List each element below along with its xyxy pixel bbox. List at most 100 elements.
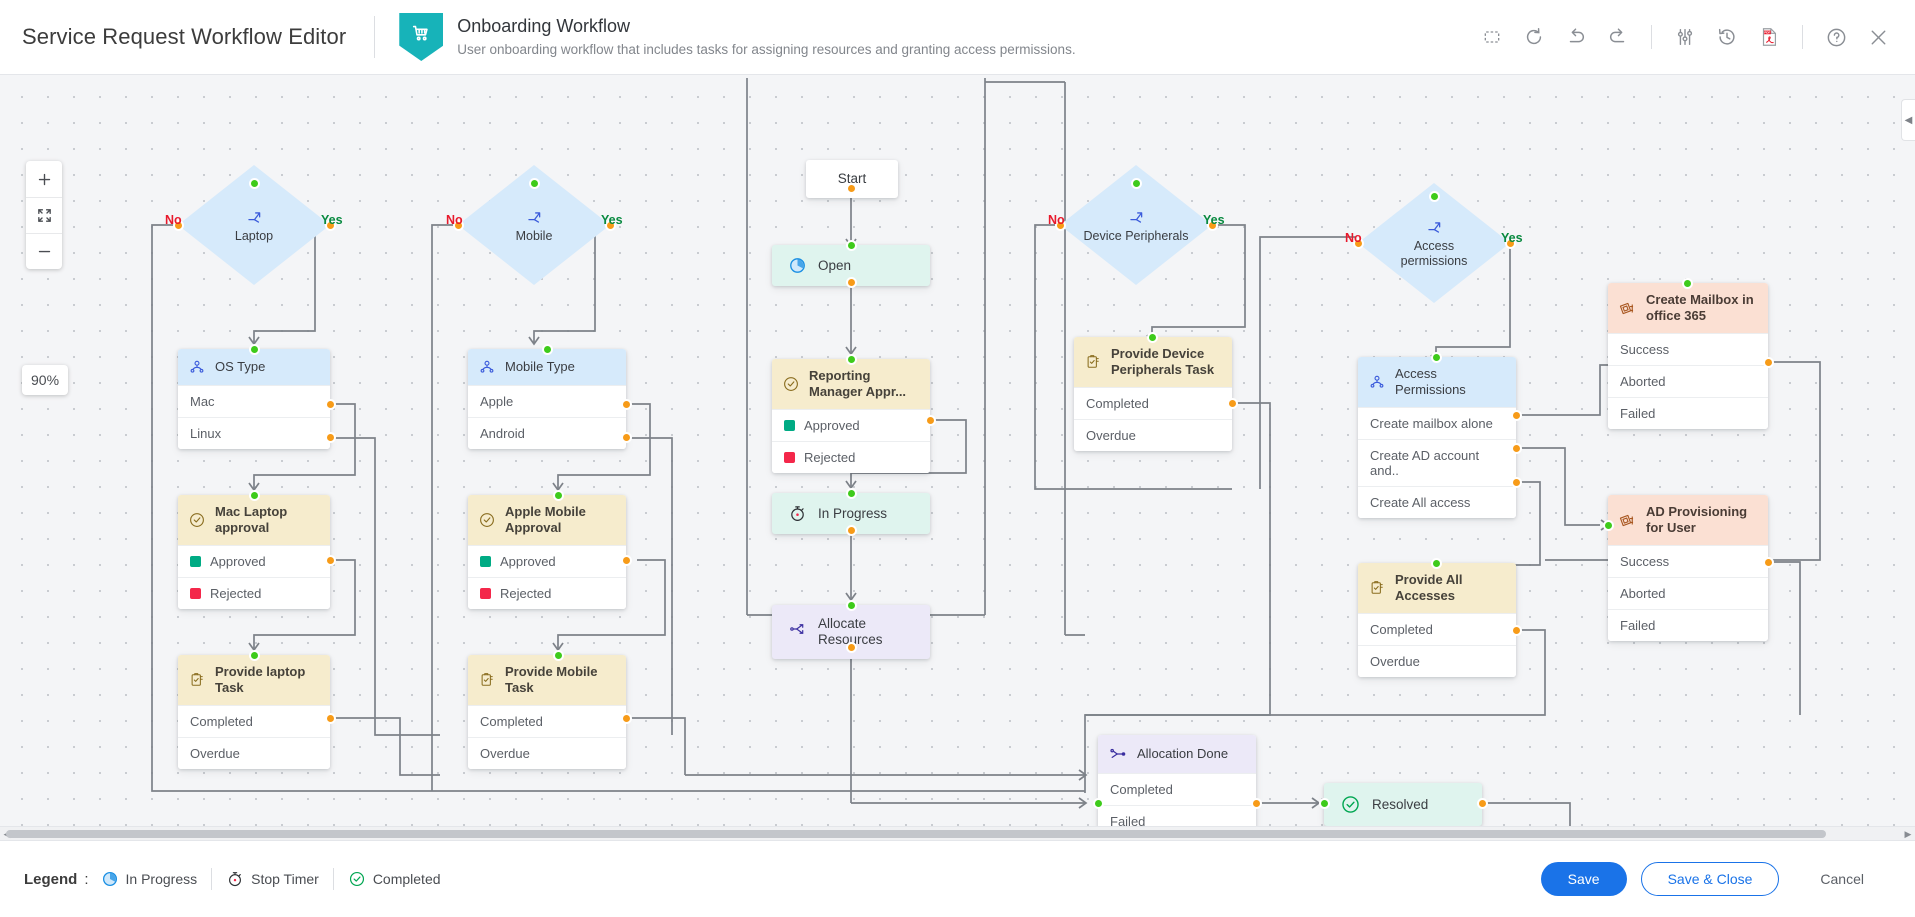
node-access-permissions-options-row-0[interactable]: Create mailbox alone xyxy=(1358,407,1516,439)
close-icon[interactable] xyxy=(1859,18,1897,56)
node-provide-device-peripherals-task[interactable]: Provide Device Peripherals Task Complete… xyxy=(1074,337,1232,451)
save-and-close-button[interactable]: Save & Close xyxy=(1641,862,1780,896)
node-ad-provisioning-action-row-0[interactable]: Success xyxy=(1608,545,1768,577)
node-access-permissions-options-row-2[interactable]: Create All access xyxy=(1358,486,1516,518)
port-out[interactable] xyxy=(1511,477,1522,488)
marquee-select-icon[interactable] xyxy=(1473,18,1511,56)
port-out[interactable] xyxy=(1763,357,1774,368)
port-out[interactable] xyxy=(846,642,857,653)
port-out[interactable] xyxy=(1251,798,1262,809)
port-out[interactable] xyxy=(1511,410,1522,421)
port-in[interactable] xyxy=(529,178,540,189)
node-mobile-type-row-0[interactable]: Apple xyxy=(468,385,626,417)
port-in[interactable] xyxy=(553,650,564,661)
node-provide-laptop-task[interactable]: Provide laptop Task Completed Overdue xyxy=(178,655,330,769)
node-ad-provisioning-action-row-2[interactable]: Failed xyxy=(1608,609,1768,641)
port-in[interactable] xyxy=(1147,332,1158,343)
help-icon[interactable] xyxy=(1817,18,1855,56)
node-provide-laptop-task-row-0[interactable]: Completed xyxy=(178,705,330,737)
node-provide-mobile-task[interactable]: Provide Mobile Task Completed Overdue xyxy=(468,655,626,769)
port-out[interactable] xyxy=(1227,398,1238,409)
node-access-permissions-options[interactable]: Access Permissions Create mailbox alone … xyxy=(1358,357,1516,518)
port-out[interactable] xyxy=(1763,557,1774,568)
undo-icon[interactable] xyxy=(1557,18,1595,56)
port-out[interactable] xyxy=(846,525,857,536)
port-out[interactable] xyxy=(325,713,336,724)
port-in[interactable] xyxy=(1429,191,1440,202)
port-out[interactable] xyxy=(621,432,632,443)
node-provide-device-peripherals-task-row-1[interactable]: Overdue xyxy=(1074,419,1232,451)
node-apple-mobile-approval-row-0[interactable]: Approved xyxy=(468,545,626,577)
node-provide-device-peripherals-task-row-0[interactable]: Completed xyxy=(1074,387,1232,419)
node-access-permissions-options-row-1[interactable]: Create AD account and.. xyxy=(1358,439,1516,486)
node-allocation-done-row-0[interactable]: Completed xyxy=(1098,773,1256,805)
port-in[interactable] xyxy=(249,490,260,501)
node-reporting-manager-approval-row-1[interactable]: Rejected xyxy=(772,441,930,473)
port-in[interactable] xyxy=(1319,798,1330,809)
node-provide-mobile-task-row-0[interactable]: Completed xyxy=(468,705,626,737)
port-out[interactable] xyxy=(846,277,857,288)
port-in[interactable] xyxy=(1431,558,1442,569)
port-out[interactable] xyxy=(1477,798,1488,809)
workflow-canvas[interactable]: 90% Laptop No Yes xyxy=(0,75,1915,840)
node-ad-provisioning-action[interactable]: AD Provisioning for User Success Aborted… xyxy=(1608,495,1768,641)
node-ad-provisioning-action-row-1[interactable]: Aborted xyxy=(1608,577,1768,609)
port-in[interactable] xyxy=(846,354,857,365)
refresh-icon[interactable] xyxy=(1515,18,1553,56)
port-out[interactable] xyxy=(621,713,632,724)
node-reporting-manager-approval[interactable]: Reporting Manager Appr... Approved Rejec… xyxy=(772,359,930,473)
node-allocation-done[interactable]: Allocation Done Completed Failed xyxy=(1098,735,1256,837)
node-mobile-type[interactable]: Mobile Type Apple Android xyxy=(468,349,626,449)
port-out[interactable] xyxy=(925,415,936,426)
node-os-type-row-1[interactable]: Linux xyxy=(178,417,330,449)
port-in[interactable] xyxy=(1093,798,1104,809)
node-create-mailbox-action[interactable]: Create Mailbox in office 365 Success Abo… xyxy=(1608,283,1768,429)
node-create-mailbox-action-row-0[interactable]: Success xyxy=(1608,333,1768,365)
port-in[interactable] xyxy=(249,178,260,189)
port-in[interactable] xyxy=(846,600,857,611)
scroll-right-arrow[interactable]: ▶ xyxy=(1901,827,1915,840)
zoom-out-button[interactable] xyxy=(26,233,62,269)
pdf-icon[interactable]: PDF xyxy=(1750,18,1788,56)
node-create-mailbox-action-row-2[interactable]: Failed xyxy=(1608,397,1768,429)
port-out[interactable] xyxy=(325,555,336,566)
node-provide-all-accesses-task-row-0[interactable]: Completed xyxy=(1358,613,1516,645)
port-in[interactable] xyxy=(1431,352,1442,363)
zoom-in-button[interactable] xyxy=(26,161,62,197)
node-provide-all-accesses-task[interactable]: Provide All Accesses Completed Overdue xyxy=(1358,563,1516,677)
port-out[interactable] xyxy=(621,399,632,410)
port-out[interactable] xyxy=(846,183,857,194)
redo-icon[interactable] xyxy=(1599,18,1637,56)
node-apple-mobile-approval-row-1[interactable]: Rejected xyxy=(468,577,626,609)
node-os-type[interactable]: OS Type Mac Linux xyxy=(178,349,330,449)
right-panel-collapse-toggle[interactable]: ◀ xyxy=(1901,99,1915,141)
fit-to-screen-button[interactable] xyxy=(26,197,62,233)
canvas-horizontal-scrollbar[interactable]: ◀ ▶ xyxy=(0,826,1915,840)
node-mac-laptop-approval-row-0[interactable]: Approved xyxy=(178,545,330,577)
node-reporting-manager-approval-row-0[interactable]: Approved xyxy=(772,409,930,441)
node-provide-laptop-task-row-1[interactable]: Overdue xyxy=(178,737,330,769)
node-os-type-row-0[interactable]: Mac xyxy=(178,385,330,417)
settings-sliders-icon[interactable] xyxy=(1666,18,1704,56)
node-provide-mobile-task-row-1[interactable]: Overdue xyxy=(468,737,626,769)
port-in[interactable] xyxy=(249,344,260,355)
scrollbar-thumb[interactable] xyxy=(6,830,1826,838)
node-mac-laptop-approval[interactable]: Mac Laptop approval Approved Rejected xyxy=(178,495,330,609)
history-icon[interactable] xyxy=(1708,18,1746,56)
port-out[interactable] xyxy=(1511,443,1522,454)
save-button[interactable]: Save xyxy=(1541,862,1627,896)
port-in[interactable] xyxy=(1603,520,1614,531)
node-provide-all-accesses-task-row-1[interactable]: Overdue xyxy=(1358,645,1516,677)
port-in[interactable] xyxy=(249,650,260,661)
cancel-button[interactable]: Cancel xyxy=(1793,862,1891,896)
node-mac-laptop-approval-row-1[interactable]: Rejected xyxy=(178,577,330,609)
port-in[interactable] xyxy=(846,240,857,251)
port-out[interactable] xyxy=(325,399,336,410)
node-resolved[interactable]: Resolved xyxy=(1324,783,1482,826)
node-create-mailbox-action-row-1[interactable]: Aborted xyxy=(1608,365,1768,397)
port-out[interactable] xyxy=(621,555,632,566)
port-in[interactable] xyxy=(542,344,553,355)
port-out[interactable] xyxy=(1511,625,1522,636)
zoom-level-indicator[interactable]: 90% xyxy=(22,365,68,395)
node-mobile-type-row-1[interactable]: Android xyxy=(468,417,626,449)
